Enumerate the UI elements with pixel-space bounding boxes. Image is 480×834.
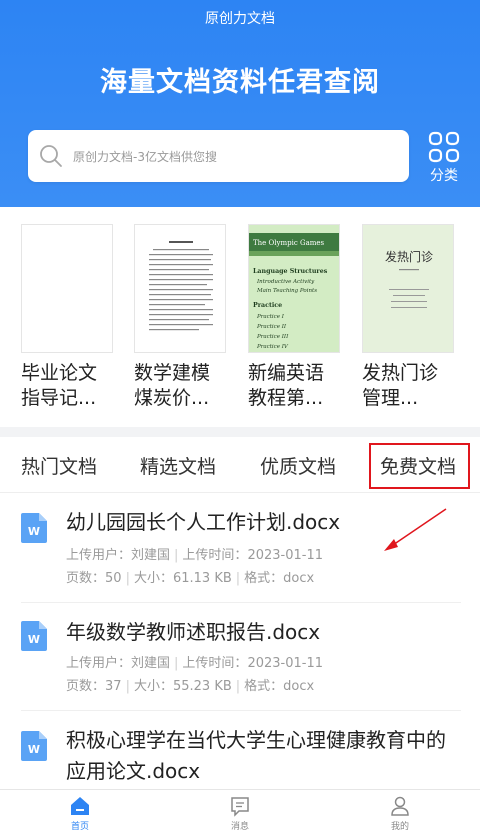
svg-text:W: W: [28, 743, 40, 756]
book-cover: The Olympic Games Language Structures In…: [248, 224, 340, 353]
nav-label: 我的: [390, 822, 409, 832]
cover-line1: Introductive Activity: [256, 279, 315, 285]
tab-quality[interactable]: 优质文档: [260, 452, 336, 479]
word-doc-icon: W: [21, 731, 47, 761]
book-card[interactable]: 毕业论文指导记...: [21, 224, 115, 411]
cover-title: 发热门诊: [385, 249, 433, 264]
nav-profile[interactable]: 我的: [370, 795, 430, 832]
bottom-nav: 首页 消息 我的: [0, 789, 480, 834]
nav-home[interactable]: 首页: [50, 795, 110, 832]
grid-icon: [428, 131, 460, 163]
doc-meta-upload: 上传用户：刘建国 | 上传时间：2023-01-11: [66, 548, 323, 563]
doc-meta-info: 页数：37 | 大小：55.23 KB | 格式：docx: [66, 679, 315, 694]
doc-meta-upload: 上传用户：刘建国 | 上传时间：2023-01-11: [66, 656, 323, 671]
cover-section2: Practice: [253, 302, 282, 309]
nav-label: 首页: [70, 822, 89, 832]
book-cover: 发热门诊: [362, 224, 454, 353]
book-cover: [21, 224, 113, 353]
category-label: 分类: [430, 168, 458, 184]
book-cover: [134, 224, 226, 353]
cover-p3: Practice III: [256, 334, 289, 340]
cover-p4: Practice IV: [256, 344, 289, 350]
header: 原创力文档 海量文档资料任君查阅 原创力文档-3亿文档供您搜 分类: [0, 0, 480, 207]
book-title: 数学建模煤炭价...: [134, 362, 211, 409]
cover-p1: Practice I: [256, 314, 285, 320]
cover-line2: Main Teaching Points: [256, 288, 317, 294]
word-doc-icon: W: [21, 621, 47, 651]
cover-section1: Language Structures: [253, 268, 328, 275]
cover-p2: Practice II: [256, 324, 287, 330]
book-card[interactable]: The Olympic Games Language Structures In…: [248, 224, 342, 411]
book-title: 新编英语教程第...: [248, 362, 325, 409]
doc-title: 积极心理学在当代大学生心理健康教育中的应用论文.docx: [66, 728, 446, 783]
list-item[interactable]: W 积极心理学在当代大学生心理健康教育中的应用论文.docx: [0, 711, 480, 789]
cover-banner: The Olympic Games: [253, 239, 325, 247]
nav-messages[interactable]: 消息: [210, 795, 270, 832]
book-card[interactable]: 发热门诊 发热门诊管理...: [362, 224, 456, 411]
recommended-books: 毕业论文指导记... 数学建模煤炭价... The Olympic Games …: [0, 207, 480, 427]
slogan: 海量文档资料任君查阅: [100, 67, 380, 98]
book-title: 发热门诊管理...: [362, 362, 439, 409]
book-card[interactable]: 数学建模煤炭价...: [134, 224, 228, 411]
search-placeholder: 原创力文档-3亿文档供您搜: [73, 149, 217, 164]
svg-text:W: W: [28, 525, 40, 538]
tab-highlight-box: [369, 443, 470, 489]
tab-hot[interactable]: 热门文档: [21, 452, 97, 479]
home-icon: [71, 797, 89, 815]
category-button[interactable]: 分类: [424, 131, 464, 185]
app-title: 原创力文档: [205, 11, 275, 27]
doc-title: 年级数学教师述职报告.docx: [66, 620, 321, 644]
book-title: 毕业论文指导记...: [21, 362, 98, 409]
search-input[interactable]: 原创力文档-3亿文档供您搜: [28, 130, 409, 182]
tab-selected[interactable]: 精选文档: [140, 452, 216, 479]
svg-text:W: W: [28, 633, 40, 646]
list-item[interactable]: W 年级数学教师述职报告.docx 上传用户：刘建国 | 上传时间：2023-01-…: [0, 603, 480, 711]
word-doc-icon: W: [21, 513, 47, 543]
nav-label: 消息: [230, 822, 249, 832]
doc-meta-info: 页数：50 | 大小：61.13 KB | 格式：docx: [66, 571, 315, 586]
section-divider: [0, 427, 480, 437]
annotation-arrow-icon: [384, 508, 447, 551]
search-icon: [40, 145, 62, 167]
message-icon: [231, 797, 249, 817]
profile-icon: [391, 796, 409, 816]
